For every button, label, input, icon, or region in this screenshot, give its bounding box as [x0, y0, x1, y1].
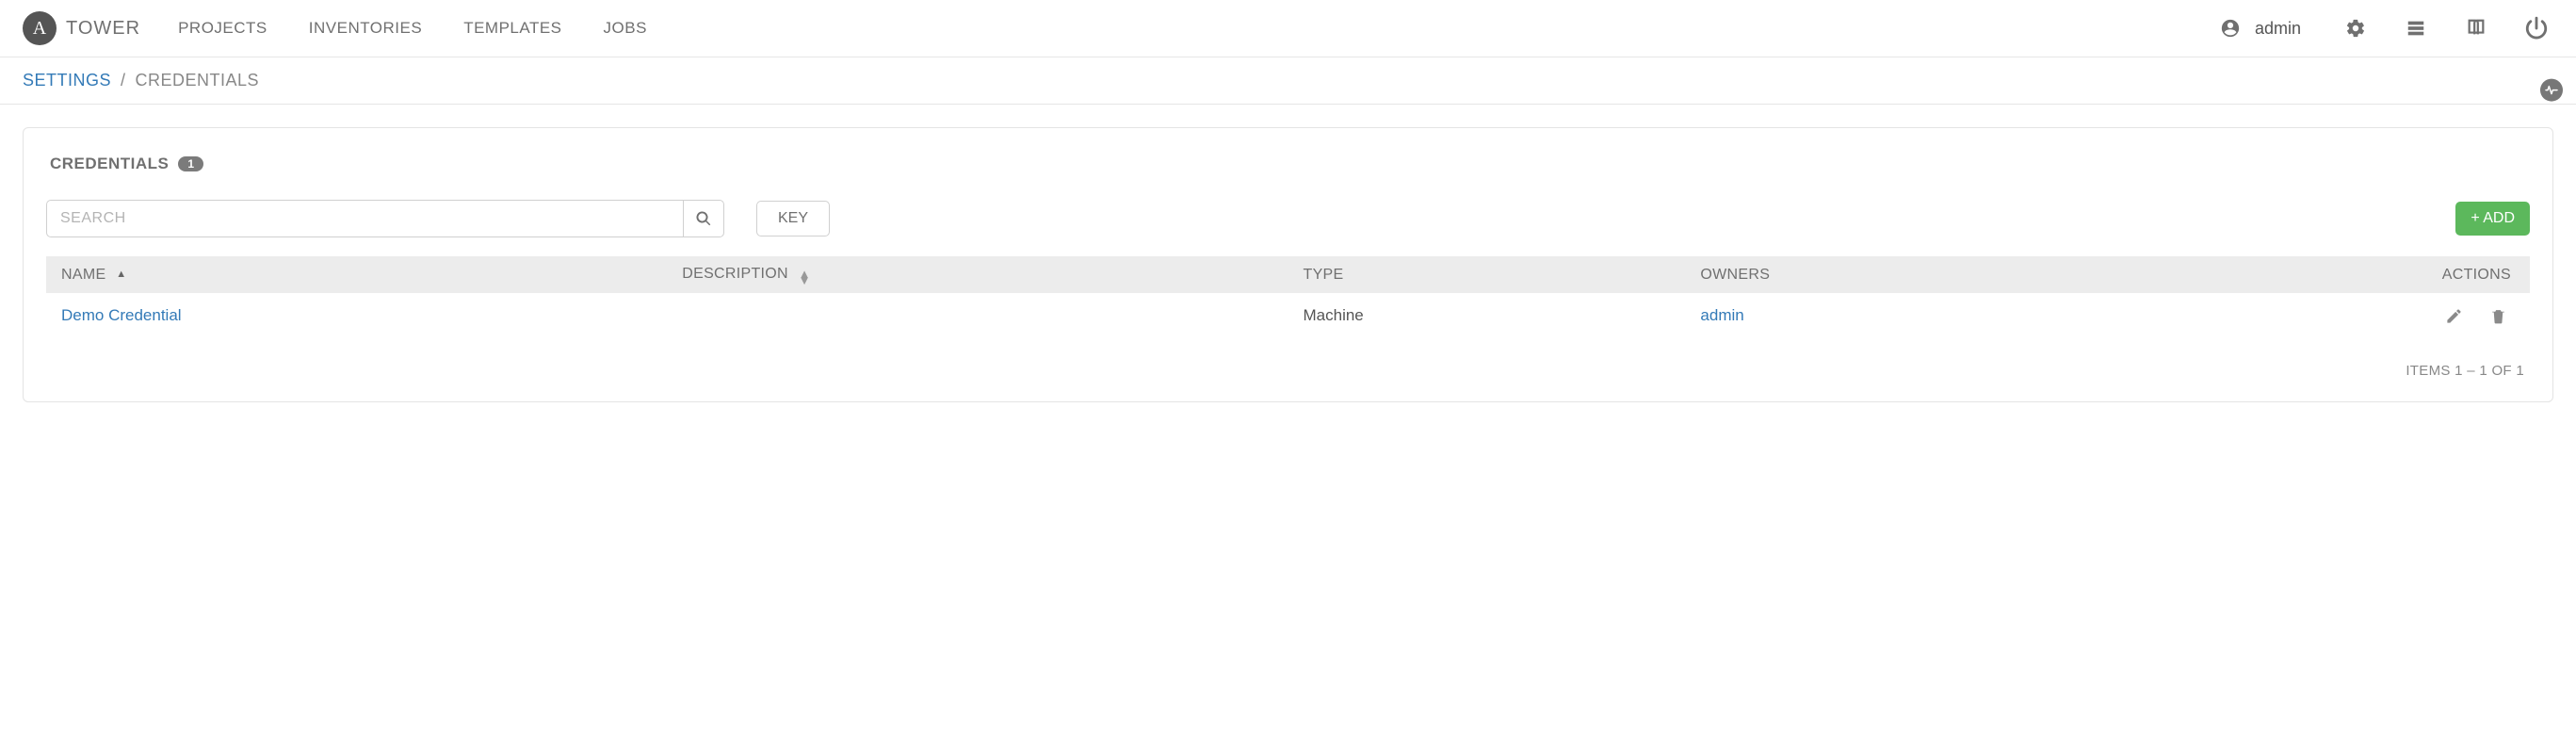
- breadcrumb: SETTINGS / CREDENTIALS: [0, 57, 2576, 105]
- brand-name: TOWER: [66, 18, 140, 40]
- sort-asc-icon: ▲: [116, 269, 126, 280]
- user-name: admin: [2255, 19, 2301, 39]
- search-group: [46, 200, 724, 237]
- search-input[interactable]: [46, 200, 683, 237]
- breadcrumb-sep: /: [121, 71, 126, 90]
- inventory-icon[interactable]: [2399, 18, 2433, 39]
- nav-icons: [2339, 16, 2553, 41]
- credentials-table: NAME ▲ DESCRIPTION ▲▼ TYPE OWNERS ACTION…: [46, 256, 2530, 338]
- credential-name-link[interactable]: Demo Credential: [61, 306, 182, 324]
- docs-icon[interactable]: [2459, 18, 2493, 39]
- col-actions: ACTIONS: [2182, 256, 2530, 293]
- sort-both-icon: ▲▼: [799, 270, 811, 284]
- trash-icon[interactable]: [2489, 307, 2507, 325]
- panel-header: CREDENTIALS 1: [46, 155, 2530, 173]
- top-nav: A TOWER PROJECTS INVENTORIES TEMPLATES J…: [0, 0, 2576, 57]
- col-name-label: NAME: [61, 267, 105, 283]
- col-owners[interactable]: OWNERS: [1685, 256, 2181, 293]
- nav-inventories[interactable]: INVENTORIES: [309, 19, 422, 38]
- table-header-row: NAME ▲ DESCRIPTION ▲▼ TYPE OWNERS ACTION…: [46, 256, 2530, 293]
- count-badge: 1: [178, 156, 203, 171]
- nav-templates[interactable]: TEMPLATES: [463, 19, 561, 38]
- user-section[interactable]: admin: [2213, 18, 2301, 39]
- logo-badge[interactable]: A: [23, 11, 57, 45]
- row-actions: [2197, 307, 2515, 325]
- pager: ITEMS 1 – 1 OF 1: [46, 338, 2530, 381]
- toolbar: KEY + ADD: [46, 200, 2530, 237]
- col-name[interactable]: NAME ▲: [46, 256, 667, 293]
- search-button[interactable]: [683, 200, 724, 237]
- credential-type: Machine: [1288, 293, 1686, 338]
- key-button[interactable]: KEY: [756, 201, 830, 236]
- user-icon: [2213, 18, 2247, 39]
- credential-description: [667, 293, 1288, 338]
- nav-links: PROJECTS INVENTORIES TEMPLATES JOBS: [178, 19, 647, 38]
- col-description-label: DESCRIPTION: [682, 266, 788, 282]
- search-icon: [695, 210, 712, 227]
- activity-stream-icon[interactable]: [2540, 78, 2563, 101]
- breadcrumb-settings[interactable]: SETTINGS: [23, 71, 111, 90]
- add-button[interactable]: + ADD: [2455, 202, 2530, 236]
- credential-owner-link[interactable]: admin: [1700, 306, 1743, 324]
- gear-icon[interactable]: [2339, 18, 2373, 39]
- panel-title: CREDENTIALS: [50, 155, 169, 173]
- breadcrumb-current: CREDENTIALS: [136, 71, 260, 90]
- table-row: Demo Credential Machine admin: [46, 293, 2530, 338]
- col-type[interactable]: TYPE: [1288, 256, 1686, 293]
- credentials-panel: CREDENTIALS 1 KEY + ADD NAME ▲ DESCRIPTI…: [23, 127, 2553, 402]
- nav-jobs[interactable]: JOBS: [604, 19, 647, 38]
- nav-projects[interactable]: PROJECTS: [178, 19, 267, 38]
- col-description[interactable]: DESCRIPTION ▲▼: [667, 256, 1288, 293]
- pencil-icon[interactable]: [2445, 307, 2463, 325]
- power-icon[interactable]: [2519, 16, 2553, 41]
